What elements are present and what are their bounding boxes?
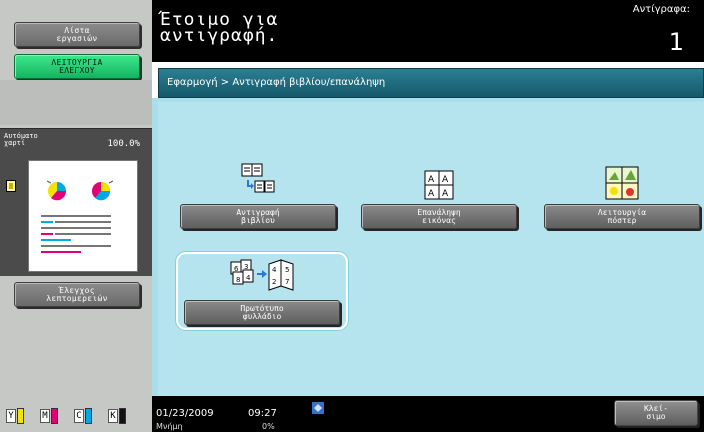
svg-text:8: 8 <box>236 276 240 284</box>
toner-yellow-bar <box>17 408 24 424</box>
svg-text:3: 3 <box>244 263 248 271</box>
job-list-button-line2: εργασιών <box>56 33 98 43</box>
function-area: Αντιγραφή βιβλίου A A A A Επανάληψη εικό… <box>152 98 704 396</box>
toner-black-label: K <box>108 409 118 423</box>
svg-text:7: 7 <box>285 278 289 286</box>
toner-black: K <box>108 406 126 426</box>
date-display: 01/23/2009 <box>156 408 214 419</box>
svg-text:A: A <box>428 189 435 199</box>
status-header: Έτοιμο για αντιγραφή. Αντίγραφα: 1 <box>152 0 704 62</box>
left-panel: Λίστα εργασιών ΛΕΙΤΟΥΡΓΙΑ ΕΛΕΓΧΟΥ Αυτόμα… <box>0 0 152 432</box>
poster-label-line2: πόστερ <box>607 215 637 225</box>
toner-magenta-label: M <box>40 409 50 423</box>
toner-magenta: M <box>40 406 58 426</box>
svg-text:A: A <box>442 175 449 185</box>
preview-content-icon <box>41 180 114 253</box>
svg-text:6: 6 <box>234 265 239 273</box>
function-area-inner: Αντιγραφή βιβλίου A A A A Επανάληψη εικό… <box>158 102 704 396</box>
book-copy-label-line2: βιβλίου <box>241 215 275 225</box>
footer-bar: 01/23/2009 09:27 Μνήμη 0% Κλεί- σιμο <box>152 396 704 432</box>
toner-yellow-label: Y <box>6 409 16 423</box>
book-copy-function: Αντιγραφή βιβλίου <box>180 162 336 237</box>
time-display: 09:27 <box>248 408 277 419</box>
toner-magenta-bar <box>51 408 58 424</box>
memory-value: 0% <box>262 422 275 431</box>
function-check-line2: ΕΛΕΓΧΟΥ <box>59 65 95 75</box>
detail-check-button[interactable]: Έλεγχος λεπτομερειών <box>14 282 140 307</box>
toner-cyan-bar <box>85 408 92 424</box>
book-copy-button[interactable]: Αντιγραφή βιβλίου <box>180 204 336 229</box>
auto-paper-status: Αυτόματο χαρτί 100.0% <box>0 128 152 158</box>
breadcrumb: Εφαρμογή > Αντιγραφή βιβλίου/επανάληψη <box>158 68 704 98</box>
job-list-button[interactable]: Λίστα εργασιών <box>14 22 140 47</box>
zoom-value: 100.0% <box>107 139 140 149</box>
copies-label: Αντίγραφα: <box>632 4 690 15</box>
image-repeat-function: A A A A Επανάληψη εικόνας <box>361 162 517 237</box>
booklet-original-icon: 63 84 45 27 <box>230 259 294 291</box>
toner-levels: Y M C K <box>0 394 152 432</box>
function-check-button[interactable]: ΛΕΙΤΟΥΡΓΙΑ ΕΛΕΓΧΟΥ <box>14 54 140 79</box>
network-status-icon <box>312 402 324 414</box>
svg-text:A: A <box>428 175 435 185</box>
memory-label: Μνήμη <box>156 422 183 431</box>
toner-cyan-label: C <box>74 409 84 423</box>
booklet-original-button[interactable]: Πρωτότυπο φυλλάδιο <box>184 300 340 325</box>
image-repeat-icon: A A A A <box>424 170 454 200</box>
poster-mode-icon <box>605 166 639 200</box>
image-repeat-label-line2: εικόνας <box>422 215 456 225</box>
svg-text:A: A <box>442 189 449 199</box>
preview-paper <box>28 160 138 272</box>
booklet-original-function: 63 84 45 27 Πρωτότυπο φυλλάδιο <box>184 256 340 326</box>
original-document-icon <box>6 180 16 192</box>
svg-text:4: 4 <box>246 274 251 282</box>
poster-button[interactable]: Λειτουργία πόστερ <box>544 204 700 229</box>
toner-black-bar <box>119 408 126 424</box>
poster-function: Λειτουργία πόστερ <box>544 162 700 237</box>
svg-text:5: 5 <box>285 266 289 274</box>
book-copy-icon <box>241 163 275 193</box>
toner-cyan: C <box>74 406 92 426</box>
svg-text:4: 4 <box>272 266 277 274</box>
auto-paper-label-line2: χαρτί <box>4 139 26 147</box>
close-label-line2: σιμο <box>646 412 666 421</box>
left-spacer <box>0 80 152 125</box>
status-message: Έτοιμο για αντιγραφή. <box>160 9 279 46</box>
svg-text:2: 2 <box>272 278 276 286</box>
main-panel: Έτοιμο για αντιγραφή. Αντίγραφα: 1 Εφαρμ… <box>152 0 704 432</box>
auto-paper-label: Αυτόματο χαρτί <box>4 133 38 147</box>
booklet-label-line2: φυλλάδιο <box>242 311 282 321</box>
output-preview <box>0 158 152 276</box>
close-button[interactable]: Κλεί- σιμο <box>614 400 698 426</box>
toner-yellow: Y <box>6 406 24 426</box>
detail-check-line2: λεπτομερειών <box>46 293 108 303</box>
image-repeat-button[interactable]: Επανάληψη εικόνας <box>361 204 517 229</box>
copies-count: 1 <box>668 28 684 56</box>
